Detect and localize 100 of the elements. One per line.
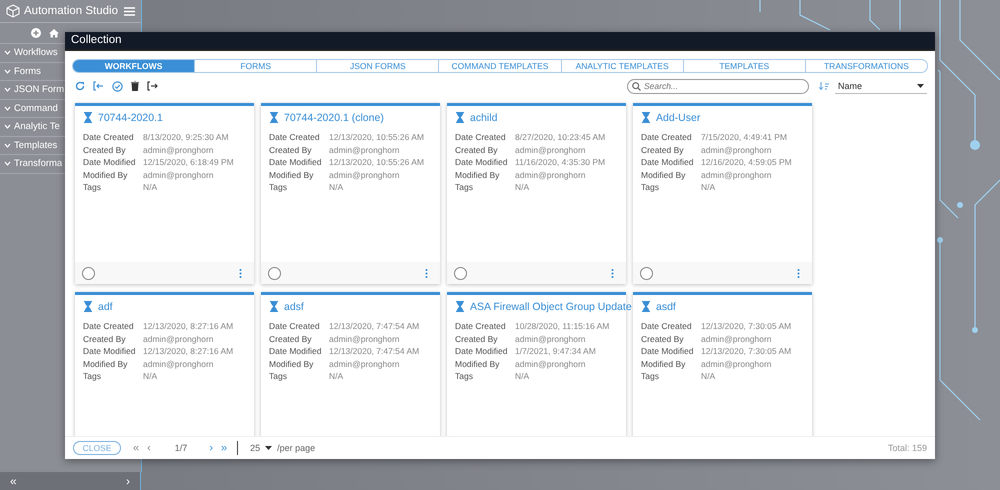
workflow-card[interactable]: achild Date Created 8/27/2020, 10:23:45 AM Created By admin@pronghorn Date Modified 11/16/2020, 4:35:30 PM Modified By admin@pronghorn Tags N/A [447, 103, 626, 284]
import-icon[interactable] [93, 81, 104, 91]
chevron-icon [4, 68, 11, 74]
field-label: Tags [83, 181, 102, 194]
select-radio[interactable] [82, 266, 95, 280]
menu-icon[interactable] [124, 6, 135, 16]
field-label: Tags [455, 181, 474, 194]
refresh-icon[interactable] [75, 81, 85, 91]
field-value: N/A [143, 370, 158, 382]
field-label: Modified By [83, 358, 128, 370]
field-value: 12/13/2020, 10:55:26 AM [329, 156, 425, 168]
home-icon[interactable] [49, 28, 59, 38]
field-label: Modified By [269, 358, 314, 370]
field-label: Created By [641, 144, 685, 156]
previous-page-button[interactable]: ‹ [147, 442, 151, 454]
field-value: 12/13/2020, 8:27:16 AM [143, 345, 234, 358]
card-title[interactable]: adf [98, 300, 113, 312]
field-value: 1/7/2021, 9:47:34 AM [515, 345, 597, 358]
workflow-card[interactable]: asdf Date Created 12/13/2020, 7:30:05 AM Created By admin@pronghorn Date Modified 12/13/2020, 7:30:05 AM Modified By admin@pronghorn Tags N/A [633, 292, 812, 436]
per-page-label: /per page [277, 443, 316, 453]
add-icon[interactable] [31, 28, 41, 38]
select-radio[interactable] [268, 266, 281, 280]
tab[interactable]: TRANSFORMATIONS [804, 60, 927, 72]
field-label: Modified By [641, 358, 686, 370]
caret-icon [265, 446, 272, 450]
caret-icon [917, 84, 924, 88]
field-value: admin@pronghorn [143, 358, 215, 370]
field-label: Date Created [455, 320, 507, 332]
card-title[interactable]: Add-User [656, 112, 700, 124]
card-title[interactable]: ASA Firewall Object Group Update [470, 300, 632, 312]
field-value: 12/15/2020, 6:18:49 PM [143, 156, 235, 168]
field-value: N/A [515, 181, 530, 194]
field-value: admin@pronghorn [329, 144, 401, 156]
field-label: Date Created [269, 131, 321, 144]
field-value: 10/28/2020, 11:15:16 AM [515, 320, 610, 332]
field-value: 12/13/2020, 7:47:54 AM [329, 345, 420, 358]
sort-icon[interactable] [819, 82, 829, 90]
field-value: admin@pronghorn [329, 332, 401, 345]
cube-icon [6, 4, 20, 18]
sort-select[interactable]: Name [835, 78, 927, 94]
card-title[interactable]: adsf [284, 300, 304, 312]
field-label: Tags [269, 181, 288, 194]
card-title[interactable]: 70744-2020.1 (clone) [284, 112, 384, 124]
next-page-button[interactable]: › [209, 442, 213, 454]
more-icon[interactable] [425, 268, 428, 278]
field-value: N/A [515, 370, 530, 382]
close-button[interactable]: CLOSE [73, 441, 121, 455]
workflow-card[interactable]: 70744-2020.1 (clone) Date Created 12/13/2020, 10:55:26 AM Created By admin@pronghorn Date Modified 12/13/2020, 10:55:26 AM Modified By admin@pronghorn Tags N/A [261, 103, 440, 284]
workflow-card[interactable]: Add-User Date Created 7/15/2020, 4:49:41 PM Created By admin@pronghorn Date Modified 12/16/2020, 4:59:05 PM Modified By admin@pronghorn Tags N/A [633, 103, 812, 284]
card-title[interactable]: achild [470, 112, 498, 124]
export-icon[interactable] [147, 81, 158, 91]
field-label: Modified By [455, 168, 500, 181]
field-label: Tags [269, 370, 288, 382]
chevron-icon [4, 87, 11, 92]
workflow-card[interactable]: adf Date Created 12/13/2020, 8:27:16 AM Created By admin@pronghorn Date Modified 12/13/2020, 8:27:16 AM Modified By admin@pronghorn Tags N/A [75, 292, 254, 436]
field-value: 7/15/2020, 4:49:41 PM [701, 131, 788, 144]
workflow-card[interactable]: 70744-2020.1 Date Created 8/13/2020, 9:25:30 AM Created By admin@pronghorn Date Modified 12/15/2020, 6:18:49 PM Modified By admin@pronghorn Tags N/A [75, 103, 254, 284]
check-circle-icon[interactable] [112, 80, 123, 92]
tab[interactable]: WORKFLOWS [73, 60, 194, 72]
last-page-button[interactable]: » [220, 442, 228, 454]
field-value: admin@pronghorn [515, 358, 587, 370]
more-icon[interactable] [239, 268, 242, 278]
select-radio[interactable] [454, 266, 467, 280]
field-value: N/A [329, 181, 344, 194]
field-value: admin@pronghorn [701, 168, 773, 181]
field-value: admin@pronghorn [515, 332, 587, 345]
workflow-card[interactable]: adsf Date Created 12/13/2020, 7:47:54 AM Created By admin@pronghorn Date Modified 12/13/2020, 7:47:54 AM Modified By admin@pronghorn Tags N/A [261, 292, 440, 436]
card-title[interactable]: 70744-2020.1 [98, 112, 163, 124]
field-value: admin@pronghorn [143, 332, 215, 345]
field-label: Date Modified [455, 345, 508, 358]
field-label: Tags [455, 370, 474, 382]
hourglass-icon [270, 112, 278, 123]
card-title[interactable]: asdf [656, 300, 676, 312]
field-label: Date Modified [269, 345, 322, 358]
expand-button[interactable]: › [126, 474, 130, 488]
first-page-button[interactable]: « [133, 442, 140, 454]
field-label: Tags [641, 181, 660, 194]
field-label: Created By [83, 144, 127, 156]
collapse-button[interactable]: « [10, 474, 17, 488]
per-page-select[interactable]: 25 [250, 443, 272, 453]
hourglass-icon [84, 301, 92, 312]
more-icon[interactable] [611, 268, 614, 278]
trash-icon[interactable] [131, 81, 139, 91]
field-label: Modified By [83, 168, 128, 181]
more-icon[interactable] [797, 268, 800, 278]
field-label: Date Created [83, 131, 135, 144]
field-value: 11/16/2020, 4:35:30 PM [515, 156, 606, 168]
field-label: Modified By [269, 168, 314, 181]
field-label: Date Modified [455, 156, 508, 168]
search-field[interactable]: Search... [627, 78, 809, 94]
field-label: Created By [269, 144, 313, 156]
field-value: admin@pronghorn [143, 144, 215, 156]
total-count: Total: 159 [888, 443, 927, 453]
chevron-icon [4, 142, 11, 148]
field-value: N/A [143, 181, 158, 194]
select-radio[interactable] [640, 266, 653, 280]
field-value: admin@pronghorn [143, 168, 215, 181]
hourglass-icon [642, 112, 650, 123]
field-value: admin@pronghorn [329, 358, 401, 370]
field-value: 8/27/2020, 10:23:45 AM [515, 131, 606, 144]
